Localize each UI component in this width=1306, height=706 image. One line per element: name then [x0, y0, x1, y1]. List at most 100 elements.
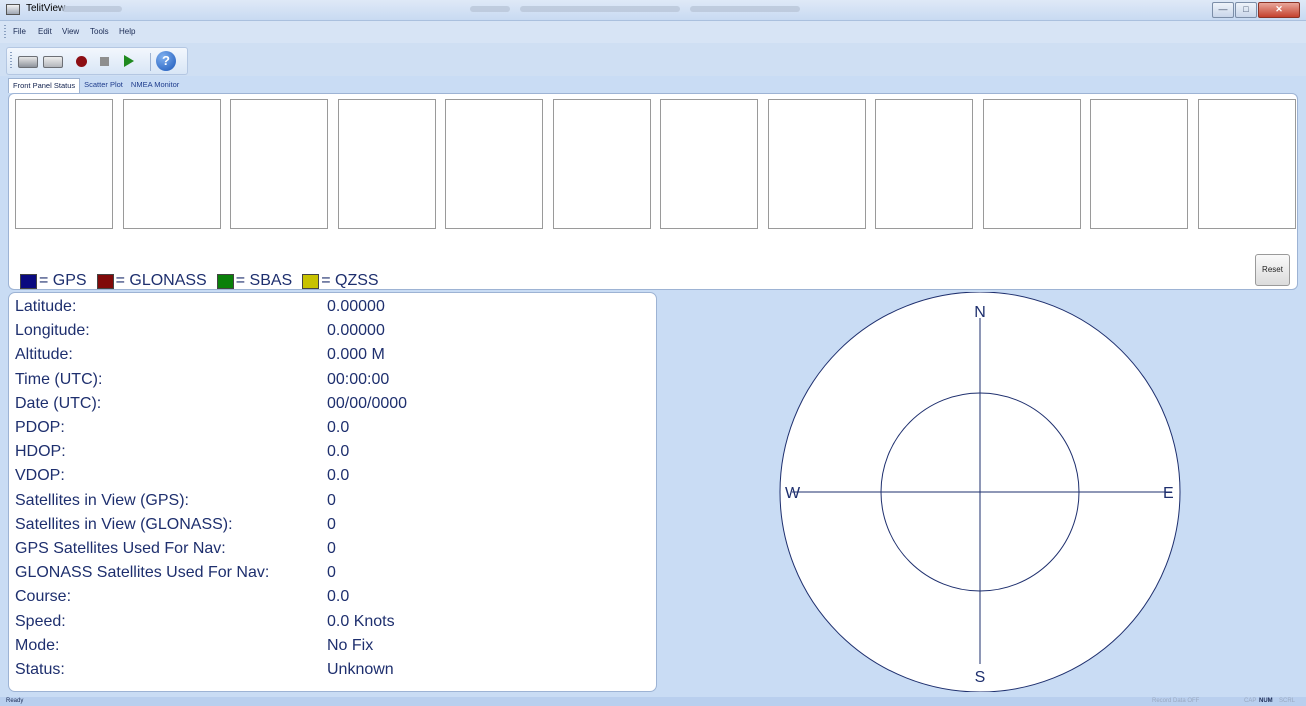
sky-plot: N S W E: [779, 292, 1181, 692]
window-title: TelitView: [26, 3, 66, 14]
info-value: No Fix: [327, 636, 374, 654]
legend-qzss: = QZSS: [302, 272, 379, 290]
signal-bar-slot: [767, 99, 866, 229]
record-button[interactable]: [71, 51, 93, 71]
info-value: 00/00/0000: [327, 394, 408, 412]
legend-swatch: [302, 273, 320, 289]
info-value: 00:00:00: [327, 370, 390, 388]
info-label: GPS Satellites Used For Nav:: [15, 540, 226, 557]
info-value: Unknown: [327, 661, 394, 678]
east-label: E: [1163, 485, 1174, 502]
info-label: Satellites in View (GPS):: [15, 491, 189, 509]
record-icon: [76, 56, 87, 67]
legend-gps: = GPS: [20, 272, 87, 290]
status-num: NUM: [1259, 698, 1273, 704]
west-label: W: [785, 485, 801, 502]
menu-view[interactable]: View: [62, 27, 79, 36]
menu-bar: File Edit View Tools Help: [0, 21, 1306, 43]
signal-bar-slot: [1090, 99, 1188, 229]
signal-panel: = GPS = GLONASS = SBAS = QZSS Reset: [8, 93, 1298, 290]
tab-strip: Front Panel Status Scatter Plot NMEA Mon…: [8, 78, 183, 93]
signal-bar-slot: [1197, 99, 1296, 229]
signal-bar-slot: [875, 99, 973, 229]
connect-button[interactable]: [16, 51, 38, 71]
info-label: Mode:: [15, 636, 60, 654]
device-disconnect-icon: [43, 56, 63, 68]
info-label: Course:: [15, 588, 72, 606]
title-bar: TelitView — □ ✕: [0, 0, 1306, 21]
info-label: Satellites in View (GLONASS):: [15, 515, 233, 533]
toolbar-grip: [10, 52, 12, 70]
signal-bar-slot: [660, 99, 758, 229]
tab-nmea-monitor[interactable]: NMEA Monitor: [127, 78, 183, 92]
status-bar: Ready Record Data OFF CAP NUM SCRL: [0, 697, 1306, 706]
title-blur: [62, 6, 122, 12]
title-blur: [690, 6, 800, 12]
signal-bars: [15, 99, 1305, 229]
menu-tools[interactable]: Tools: [90, 27, 109, 36]
info-value: 0.00000: [327, 322, 385, 340]
legend-label: = SBAS: [235, 272, 293, 289]
minimize-button[interactable]: —: [1212, 2, 1234, 18]
signal-bar-slot: [230, 99, 328, 229]
menu-help[interactable]: Help: [119, 27, 135, 36]
info-label: Status:: [15, 661, 65, 678]
info-label: HDOP:: [15, 443, 66, 461]
toolbar: ?: [0, 43, 1306, 76]
info-label: Latitude:: [15, 298, 77, 315]
title-blur: [520, 6, 680, 12]
toolbar-strip: ?: [6, 47, 188, 75]
stop-button[interactable]: [94, 51, 116, 71]
status-cap: CAP: [1244, 698, 1257, 704]
signal-bar-slot: [122, 99, 221, 229]
toolbar-separator: [150, 53, 151, 71]
south-label: S: [975, 669, 986, 686]
app-icon: [6, 4, 20, 15]
legend-swatch: [96, 273, 114, 289]
close-button[interactable]: ✕: [1258, 2, 1300, 18]
info-label: VDOP:: [15, 467, 65, 485]
info-label: Speed:: [15, 612, 66, 630]
menu-edit[interactable]: Edit: [38, 27, 52, 36]
signal-bar-slot: [445, 99, 543, 229]
info-value: 0.0: [327, 467, 350, 485]
legend-label: = GPS: [39, 272, 87, 289]
signal-bar-slot: [982, 99, 1081, 229]
info-value: 0.0: [327, 588, 350, 606]
legend-sbas: = SBAS: [216, 272, 293, 290]
status-ready: Ready: [6, 698, 24, 704]
info-value: 0: [327, 515, 336, 533]
info-value: 0.0: [327, 419, 350, 436]
tab-front-panel-status[interactable]: Front Panel Status: [8, 78, 81, 93]
help-button[interactable]: ?: [155, 51, 177, 71]
legend-label: = QZSS: [321, 272, 379, 289]
constellation-legend: = GPS = GLONASS = SBAS = QZSS: [20, 272, 389, 290]
status-scrl: SCRL: [1279, 698, 1296, 704]
play-button[interactable]: [117, 51, 139, 71]
info-value: 0: [327, 491, 336, 509]
info-value: 0: [327, 564, 336, 582]
info-value: 0.000 M: [327, 346, 385, 364]
info-label: Date (UTC):: [15, 394, 102, 412]
stop-icon: [100, 57, 109, 66]
device-connect-icon: [18, 56, 38, 68]
title-blur: [470, 6, 510, 12]
maximize-button[interactable]: □: [1235, 2, 1257, 18]
reset-button[interactable]: Reset: [1255, 254, 1290, 286]
signal-bar-slot: [552, 99, 651, 229]
info-value: 0.0: [327, 443, 350, 461]
signal-bar-slot: [15, 99, 113, 229]
status-record: Record Data OFF: [1152, 698, 1200, 704]
info-label: PDOP:: [15, 419, 65, 436]
legend-swatch: [216, 273, 234, 289]
info-value: 0: [327, 540, 336, 557]
menu-file[interactable]: File: [13, 27, 26, 36]
tab-scatter-plot[interactable]: Scatter Plot: [80, 78, 127, 92]
help-icon: ?: [156, 51, 176, 71]
legend-label: = GLONASS: [115, 272, 207, 289]
info-value: 0.0 Knots: [327, 612, 395, 630]
window-controls: — □ ✕: [1211, 2, 1300, 18]
menu-grip: [4, 25, 6, 39]
disconnect-button[interactable]: [41, 51, 63, 71]
legend-swatch: [20, 273, 37, 289]
